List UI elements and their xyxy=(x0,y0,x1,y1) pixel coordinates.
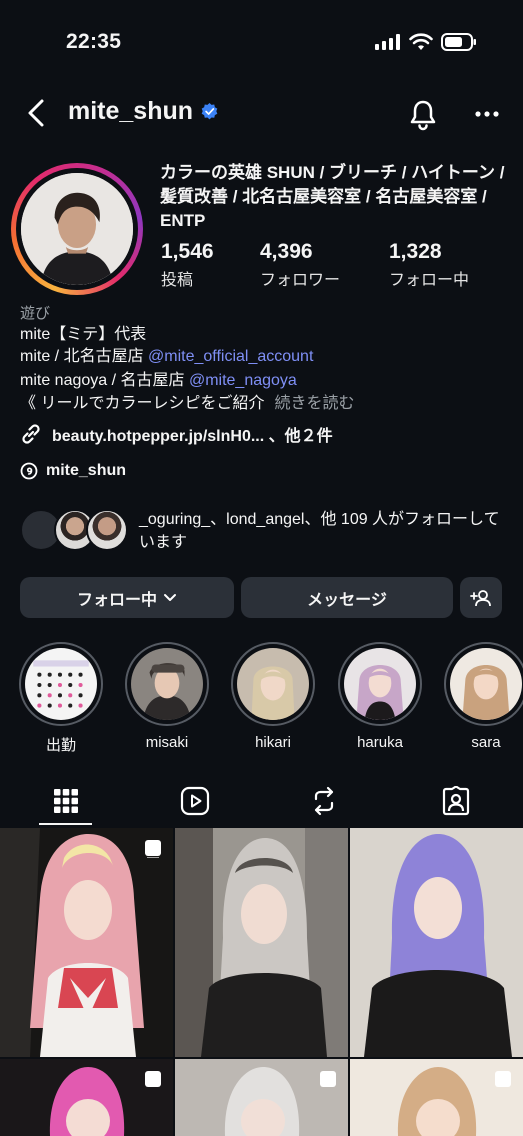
following-button-label: フォロー中 xyxy=(76,591,157,609)
highlight-hikari[interactable]: hikari xyxy=(231,642,315,751)
read-more-link[interactable]: 続きを読む xyxy=(274,395,354,412)
post-thumbnail[interactable] xyxy=(0,828,173,1057)
stat-followers-value: 4,396 xyxy=(260,240,313,263)
post-thumbnail[interactable] xyxy=(0,1059,173,1136)
highlight-ring xyxy=(231,642,315,726)
highlight-misaki-image xyxy=(131,648,203,720)
following-button[interactable]: フォロー中 xyxy=(20,577,234,618)
multiple-photos-icon xyxy=(145,1071,161,1087)
threads-badge[interactable]: mite_shun xyxy=(20,462,126,480)
highlight-label: sara xyxy=(471,734,501,751)
post-thumbnail[interactable] xyxy=(350,1059,523,1136)
stat-followers-label: フォロワー xyxy=(260,272,341,289)
post-image xyxy=(350,828,523,1057)
highlight-ring xyxy=(338,642,422,726)
profile-category: 遊び xyxy=(20,305,51,322)
tab-reposts[interactable] xyxy=(299,778,349,824)
tab-posts-grid[interactable] xyxy=(41,778,91,824)
highlight-shukkin[interactable]: 出勤 xyxy=(19,642,103,755)
profile-headline: カラーの英雄 SHUN / ブリーチ / ハイトーン / 髪質改善 / 北名古屋… xyxy=(160,163,505,230)
post-image xyxy=(0,828,173,1057)
chevron-down-icon xyxy=(164,593,176,601)
stat-following-value: 1,328 xyxy=(389,240,442,263)
post-thumbnail[interactable] xyxy=(175,1059,348,1136)
message-button[interactable]: メッセージ xyxy=(241,577,453,618)
mutual-avatar-3 xyxy=(86,509,128,551)
active-tab-indicator xyxy=(39,823,92,825)
post-thumbnail[interactable] xyxy=(175,828,348,1057)
external-link[interactable]: beauty.hotpepper.jp/slnH0... 、他２件 xyxy=(20,422,333,446)
highlight-haruka-image xyxy=(344,648,416,720)
highlight-calendar-image xyxy=(25,648,97,720)
bio-line-4: 《 リールでカラーレシピをご紹介 続きを読む xyxy=(20,393,354,415)
highlight-hikari-image xyxy=(237,648,309,720)
more-options-icon[interactable] xyxy=(470,100,504,128)
username-text: mite_shun xyxy=(68,97,194,125)
mention-link-official[interactable]: @mite_official_account xyxy=(148,348,313,365)
back-arrow-icon[interactable] xyxy=(22,97,52,129)
stat-posts[interactable]: 1,546 投稿 xyxy=(161,240,214,290)
suggest-people-button[interactable] xyxy=(460,577,502,618)
highlight-misaki[interactable]: misaki xyxy=(125,642,209,751)
multiple-photos-icon xyxy=(495,1071,511,1087)
highlight-label: misaki xyxy=(145,734,189,751)
stat-following-label: フォロー中 xyxy=(389,272,470,289)
stat-following[interactable]: 1,328 フォロー中 xyxy=(389,240,469,290)
cellular-signal-icon xyxy=(375,34,400,50)
mutual-followers-text[interactable]: _oguring_、lond_angel、他 109 人がフォローしています xyxy=(139,508,505,554)
bio-line-2-text: mite / 北名古屋店 xyxy=(20,348,149,365)
bio-line-3: mite nagoya / 名古屋店 @mite_nagoya xyxy=(20,370,297,392)
wifi-icon xyxy=(409,33,433,50)
link-chain-icon xyxy=(22,424,40,444)
highlight-ring xyxy=(444,642,523,726)
highlight-label: 出勤 xyxy=(45,737,76,754)
stat-posts-label: 投稿 xyxy=(161,272,194,289)
message-button-label: メッセージ xyxy=(307,591,387,609)
bio-line-1: mite【ミテ】代表 xyxy=(20,326,147,343)
grid-icon xyxy=(54,789,78,813)
threads-icon xyxy=(20,462,38,480)
battery-icon xyxy=(441,33,476,51)
tab-tagged[interactable] xyxy=(431,778,481,824)
post-image xyxy=(175,828,348,1057)
stat-followers[interactable]: 4,396 フォロワー xyxy=(260,240,340,290)
post-thumbnail[interactable] xyxy=(350,828,523,1057)
mutual-followers-avatars[interactable] xyxy=(20,509,130,553)
tagged-person-icon xyxy=(442,786,470,816)
highlight-sara[interactable]: sara xyxy=(444,642,523,751)
highlight-label: haruka xyxy=(357,734,403,751)
repost-icon xyxy=(314,786,334,816)
highlight-sara-image xyxy=(450,648,522,720)
stat-posts-value: 1,546 xyxy=(161,240,214,263)
highlight-haruka[interactable]: haruka xyxy=(338,642,422,751)
add-person-icon xyxy=(470,589,491,606)
bio-line-4-text: 《 リールでカラーレシピをご紹介 xyxy=(20,395,265,412)
external-link-text: beauty.hotpepper.jp/slnH0... 、他２件 xyxy=(52,428,333,445)
profile-avatar[interactable] xyxy=(11,163,143,295)
status-time: 22:35 xyxy=(66,30,122,53)
bio-line-3-text: mite nagoya / 名古屋店 xyxy=(20,372,189,389)
reels-play-icon xyxy=(180,786,210,816)
profile-photo xyxy=(21,173,133,285)
threads-handle: mite_shun xyxy=(46,462,127,479)
highlight-ring xyxy=(125,642,209,726)
notification-bell-icon[interactable] xyxy=(406,97,440,131)
bio-line-2: mite / 北名古屋店 @mite_official_account xyxy=(20,346,313,368)
profile-username-header: mite_shun xyxy=(68,97,218,126)
multiple-photos-icon xyxy=(320,1071,336,1087)
verified-badge-icon xyxy=(201,103,218,120)
multiple-photos-icon xyxy=(145,840,161,858)
mention-link-nagoya[interactable]: @mite_nagoya xyxy=(189,372,297,389)
status-icons xyxy=(375,33,477,51)
highlight-ring xyxy=(19,642,103,726)
highlight-label: hikari xyxy=(255,734,291,751)
tab-reels[interactable] xyxy=(170,778,220,824)
